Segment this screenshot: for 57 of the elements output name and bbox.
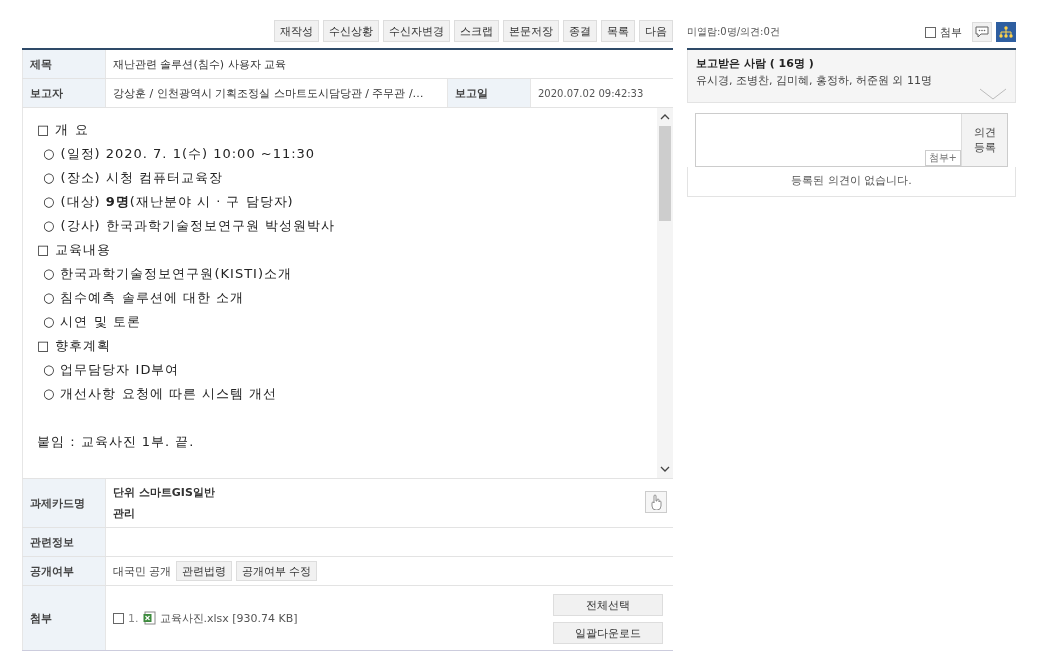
body-line: □ 향후계획: [37, 337, 113, 355]
body-line: □ 개 요: [37, 121, 90, 139]
attachment-number: 1.: [128, 611, 139, 625]
attachment-button[interactable]: 일괄다운로드: [553, 622, 663, 644]
recipients-names: 유시경, 조병찬, 김미혜, 홍정하, 허준원 외 11명: [696, 73, 933, 88]
body-line: ○ 개선사항 요청에 따른 시스템 개선: [42, 385, 278, 403]
spreadsheet-file-icon: [142, 611, 156, 625]
body-line: ○ (일정) 2020. 7. 1(수) 10:00 ~11:30: [42, 145, 317, 163]
toolbar-button[interactable]: 종결: [563, 20, 597, 42]
field-label: 보고자: [22, 79, 105, 107]
toolbar-button[interactable]: 수신자변경: [383, 20, 450, 42]
attachment-filter-checkbox[interactable]: [925, 26, 936, 38]
scrollbar[interactable]: [657, 108, 673, 478]
checkbox-label: 첨부: [940, 24, 962, 40]
body-line: 붙임 : 교육사진 1부. 끝.: [37, 433, 196, 451]
recipients-title: 보고받은 사람 ( 16명 ): [696, 56, 815, 71]
read-status: 미열람:0명/의견:0건: [687, 25, 780, 39]
body-line: ○ 시연 및 토론: [42, 313, 142, 331]
body-line: □ 교육내용: [37, 241, 113, 259]
title-value: 재난관련 솔루션(침수) 사용자 교육: [105, 50, 673, 78]
body-line: ○ 침수예측 솔루션에 대한 소개: [42, 289, 245, 307]
toolbar-button[interactable]: 목록: [601, 20, 635, 42]
disclosure-button[interactable]: 관련법령: [175, 561, 232, 581]
org-view-button[interactable]: [996, 22, 1016, 42]
scroll-thumb[interactable]: [659, 126, 671, 221]
comment-view-button[interactable]: [972, 22, 992, 42]
date-value: 2020.07.02 09:42:33: [530, 79, 673, 107]
task-card-name: 관리: [113, 506, 135, 521]
hierarchy-icon: [999, 26, 1013, 38]
body-line: ○ 업무담당자 ID부여: [42, 361, 181, 379]
attachment-checkbox[interactable]: [113, 612, 124, 624]
toolbar-button[interactable]: 다음: [639, 20, 673, 42]
toolbar-button[interactable]: 재작성: [274, 20, 319, 42]
field-label: 첨부: [22, 586, 105, 650]
field-label: 제목: [22, 50, 105, 78]
disclosure-button[interactable]: 공개여부 수정: [235, 561, 317, 581]
attachment-link[interactable]: 교육사진.xlsx [930.74 KB]: [159, 610, 298, 626]
field-label: 과제카드명: [22, 479, 105, 527]
body-line: ○ 한국과학기술정보연구원(KISTI)소개: [42, 265, 293, 283]
field-label: 보고일: [447, 79, 530, 107]
body-line: ○ (대상) 9명(재난분야 시 · 구 담당자): [42, 193, 295, 211]
scroll-up-icon[interactable]: [660, 114, 670, 120]
disclosure-value: 대국민 공개: [113, 563, 172, 579]
select-button[interactable]: [645, 491, 667, 513]
toolbar-button[interactable]: 본문저장: [503, 20, 559, 42]
field-label: 공개여부: [22, 557, 105, 585]
toolbar-button[interactable]: 스크랩: [454, 20, 499, 42]
body-line: ○ (강사) 한국과학기술정보연구원 박성원박사: [42, 217, 336, 235]
speech-bubble-icon: [975, 26, 989, 38]
empty-message: 등록된 의견이 없습니다.: [687, 167, 1016, 197]
toolbar-button[interactable]: 수신상황: [323, 20, 379, 42]
hand-pointer-icon: [650, 494, 662, 510]
body-line: ○ (장소) 시청 컴퓨터교육장: [42, 169, 224, 187]
scroll-down-icon[interactable]: [660, 466, 670, 472]
field-label: 관련정보: [22, 528, 105, 556]
attachment-button[interactable]: 전체선택: [553, 594, 663, 616]
task-card-name: 단위 스마트GIS일반: [113, 485, 215, 500]
